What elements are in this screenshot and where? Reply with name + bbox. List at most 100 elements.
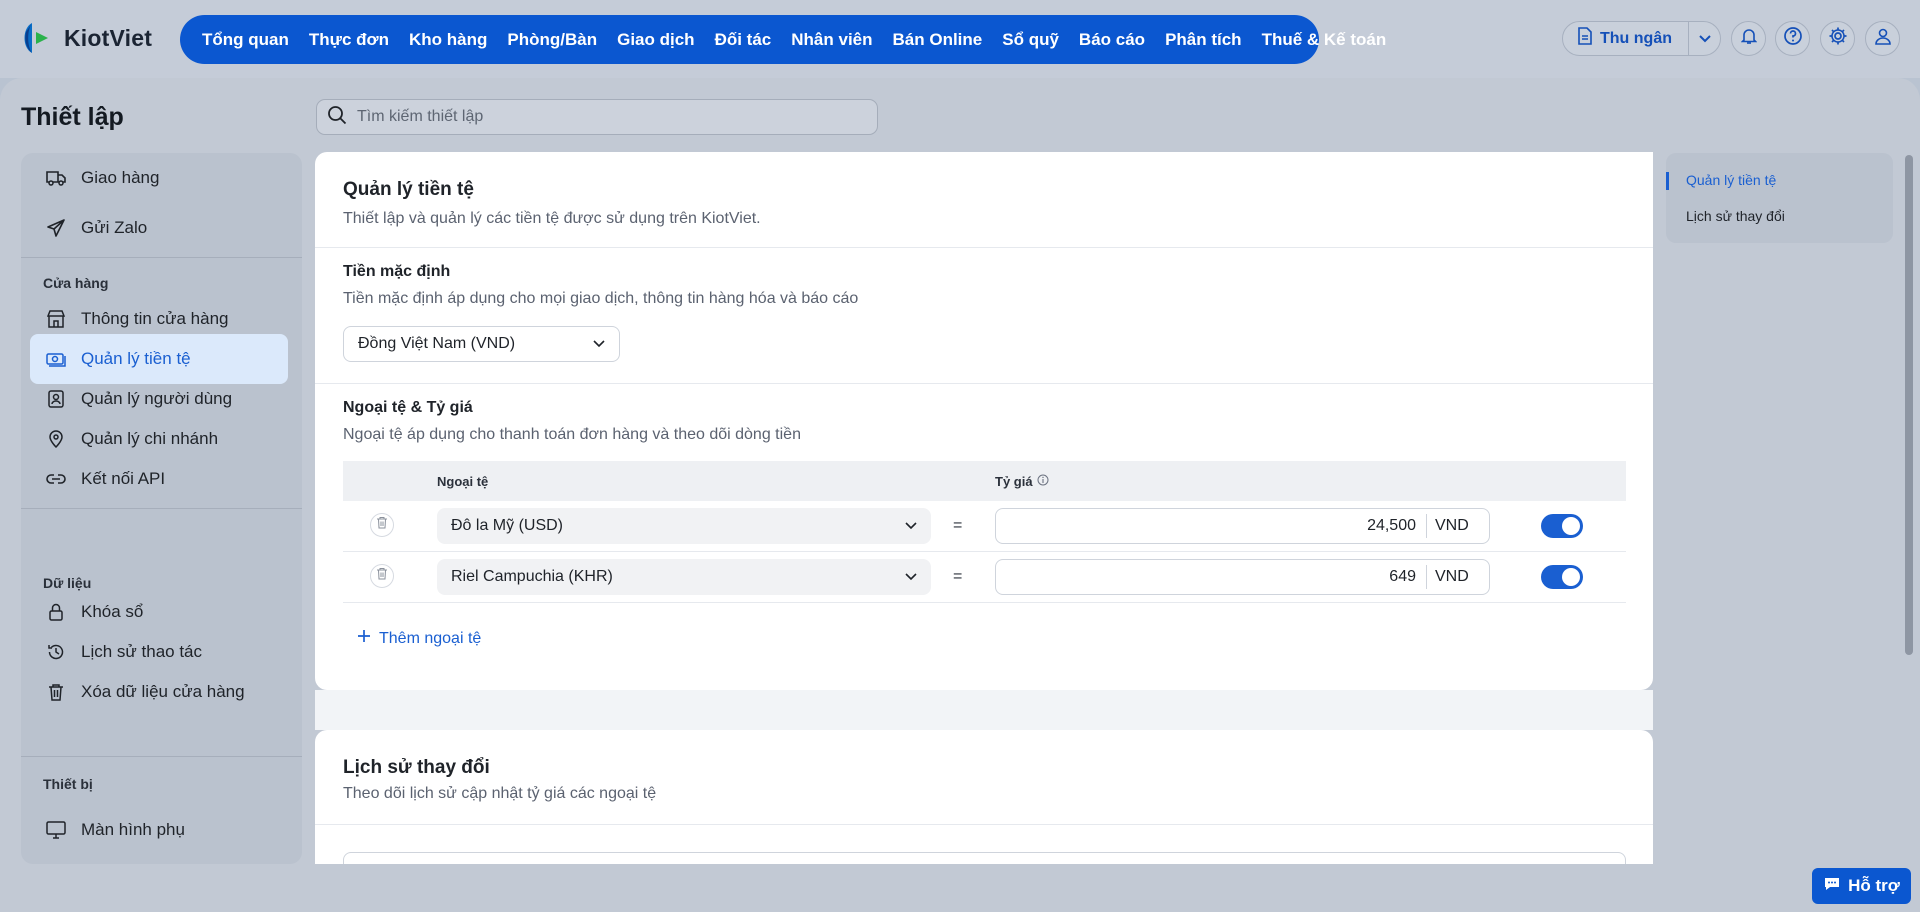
support-button[interactable]: Hỗ trợ bbox=[1812, 868, 1911, 904]
chevron-down-icon bbox=[593, 335, 605, 353]
fx-desc: Ngoại tệ áp dụng cho thanh toán đơn hàng… bbox=[343, 426, 801, 443]
column-header-rate: Tỷ giá bbox=[995, 474, 1049, 489]
top-bar: KiotViet Tổng quan Thực đơn Kho hàng Phò… bbox=[0, 0, 1920, 78]
rate-input[interactable] bbox=[996, 568, 1426, 586]
nav-item-so-quy[interactable]: Sổ quỹ bbox=[992, 30, 1069, 50]
sidebar-item-label: Quản lý chi nhánh bbox=[81, 429, 219, 448]
cashier-button[interactable]: Thu ngân bbox=[1563, 22, 1689, 55]
toggle-knob bbox=[1562, 517, 1580, 535]
section-anchor-nav: Quản lý tiền tệ Lịch sử thay đổi bbox=[1666, 153, 1893, 243]
sidebar-group-cua-hang: Cửa hàng bbox=[43, 275, 109, 291]
equals-sign: = bbox=[953, 568, 963, 585]
currency-select[interactable]: Đô la Mỹ (USD) bbox=[437, 508, 931, 544]
currency-select-value: Riel Campuchia (KHR) bbox=[451, 568, 613, 585]
delete-row-button[interactable] bbox=[370, 513, 394, 537]
anchor-quan-ly-tien-te[interactable]: Quản lý tiền tệ bbox=[1686, 172, 1776, 188]
sidebar-divider bbox=[21, 508, 302, 509]
nav-item-kho-hang[interactable]: Kho hàng bbox=[399, 30, 497, 50]
help-center-button[interactable] bbox=[1775, 21, 1810, 56]
gear-icon bbox=[1828, 26, 1848, 51]
table-row: Đô la Mỹ (USD) = VND bbox=[343, 501, 1626, 552]
link-icon bbox=[46, 469, 66, 489]
enable-toggle[interactable] bbox=[1541, 565, 1583, 589]
user-badge-icon bbox=[46, 389, 66, 409]
default-currency-title: Tiền mặc định bbox=[343, 263, 451, 280]
truck-icon bbox=[46, 168, 66, 188]
currency-select-value: Đô la Mỹ (USD) bbox=[451, 517, 564, 534]
sidebar-item-label: Gửi Zalo bbox=[81, 218, 148, 237]
page-scrollbar[interactable] bbox=[1905, 155, 1913, 655]
delete-row-button[interactable] bbox=[370, 564, 394, 588]
column-header-rate-label: Tỷ giá bbox=[995, 473, 1033, 489]
history-title: Lịch sử thay đổi bbox=[343, 757, 490, 778]
sidebar-item-gui-zalo[interactable]: Gửi Zalo bbox=[30, 203, 288, 253]
currency-select[interactable]: Riel Campuchia (KHR) bbox=[437, 559, 931, 595]
trash-icon bbox=[376, 516, 388, 534]
bell-icon bbox=[1740, 27, 1757, 50]
sidebar-divider bbox=[21, 756, 302, 757]
default-currency-select[interactable]: Đồng Việt Nam (VND) bbox=[343, 326, 620, 362]
default-currency-value: Đồng Việt Nam (VND) bbox=[358, 335, 516, 352]
table-row: Riel Campuchia (KHR) = VND bbox=[343, 552, 1626, 603]
logo[interactable]: KiotViet bbox=[18, 20, 152, 56]
main-nav: Tổng quan Thực đơn Kho hàng Phòng/Bàn Gi… bbox=[180, 15, 1386, 64]
nav-item-giao-dich[interactable]: Giao dịch bbox=[607, 30, 704, 50]
column-header-currency: Ngoại tệ bbox=[437, 473, 489, 489]
question-icon bbox=[1783, 26, 1803, 51]
section-title: Quản lý tiền tệ bbox=[343, 179, 474, 200]
rate-input[interactable] bbox=[996, 517, 1426, 535]
nav-item-thuc-don[interactable]: Thực đơn bbox=[299, 30, 399, 50]
add-currency-button[interactable]: Thêm ngoại tệ bbox=[357, 629, 481, 648]
nav-item-thue-ke-toan[interactable]: Thuế & Kế toán bbox=[1252, 30, 1397, 50]
nav-item-bao-cao[interactable]: Báo cáo bbox=[1069, 30, 1155, 50]
sidebar-item-xoa-du-lieu[interactable]: Xóa dữ liệu cửa hàng bbox=[30, 667, 288, 717]
kiotviet-logo-icon bbox=[18, 20, 54, 56]
rate-field: VND bbox=[995, 508, 1490, 544]
active-anchor-indicator bbox=[1666, 172, 1669, 190]
nav-item-tong-quan[interactable]: Tổng quan bbox=[192, 30, 299, 50]
info-icon[interactable] bbox=[1037, 474, 1049, 489]
rate-field: VND bbox=[995, 559, 1490, 595]
nav-item-ban-online[interactable]: Bán Online bbox=[883, 30, 993, 50]
trash-icon bbox=[46, 682, 66, 702]
history-search-field[interactable] bbox=[343, 852, 1626, 864]
monitor-icon bbox=[46, 820, 66, 840]
sidebar-item-label: Quản lý người dùng bbox=[81, 389, 233, 408]
divider bbox=[315, 824, 1653, 825]
add-currency-label: Thêm ngoại tệ bbox=[379, 629, 482, 647]
search-input[interactable] bbox=[357, 108, 857, 126]
logo-text: KiotViet bbox=[64, 24, 153, 51]
rate-unit: VND bbox=[1426, 565, 1469, 589]
enable-toggle[interactable] bbox=[1541, 514, 1583, 538]
sidebar-item-ket-noi-api[interactable]: Kết nối API bbox=[30, 454, 288, 504]
nav-item-doi-tac[interactable]: Đối tác bbox=[705, 30, 782, 50]
nav-item-nhan-vien[interactable]: Nhân viên bbox=[781, 30, 882, 50]
money-icon bbox=[46, 349, 66, 369]
user-icon bbox=[1874, 27, 1892, 50]
settings-sidebar: Giao hàng Gửi Zalo Cửa hàng Thông tin cử… bbox=[21, 153, 302, 864]
account-button[interactable] bbox=[1865, 21, 1900, 56]
fx-table: Ngoại tệ Tỷ giá Đô la Mỹ (USD) = 24,500 … bbox=[343, 461, 1626, 603]
anchor-lich-su-thay-doi[interactable]: Lịch sử thay đổi bbox=[1686, 208, 1785, 224]
cashier-dropdown-button[interactable] bbox=[1689, 30, 1720, 48]
cashier-button-group: Thu ngân bbox=[1562, 21, 1721, 56]
sidebar-item-label: Thông tin cửa hàng bbox=[81, 309, 229, 328]
sidebar-item-man-hinh-phu[interactable]: Màn hình phụ bbox=[30, 805, 288, 855]
nav-item-phan-tich[interactable]: Phân tích bbox=[1155, 30, 1252, 50]
notification-button[interactable] bbox=[1731, 21, 1766, 56]
store-icon bbox=[46, 309, 66, 329]
nav-item-phong-ban[interactable]: Phòng/Bàn bbox=[497, 30, 607, 50]
send-icon bbox=[46, 218, 66, 238]
equals-sign: = bbox=[953, 517, 963, 534]
sidebar-group-thiet-bi: Thiết bị bbox=[43, 776, 93, 792]
section-subtitle: Thiết lập và quản lý các tiền tệ được sử… bbox=[343, 210, 761, 227]
support-label: Hỗ trợ bbox=[1848, 876, 1900, 895]
plus-icon bbox=[357, 629, 371, 648]
divider bbox=[315, 247, 1653, 248]
sidebar-item-label: Lịch sử thao tác bbox=[81, 642, 203, 661]
lock-icon bbox=[46, 602, 66, 622]
sidebar-item-giao-hang[interactable]: Giao hàng bbox=[30, 153, 288, 203]
sidebar-divider bbox=[21, 257, 302, 258]
location-pin-icon bbox=[46, 429, 66, 449]
settings-button[interactable] bbox=[1820, 21, 1855, 56]
